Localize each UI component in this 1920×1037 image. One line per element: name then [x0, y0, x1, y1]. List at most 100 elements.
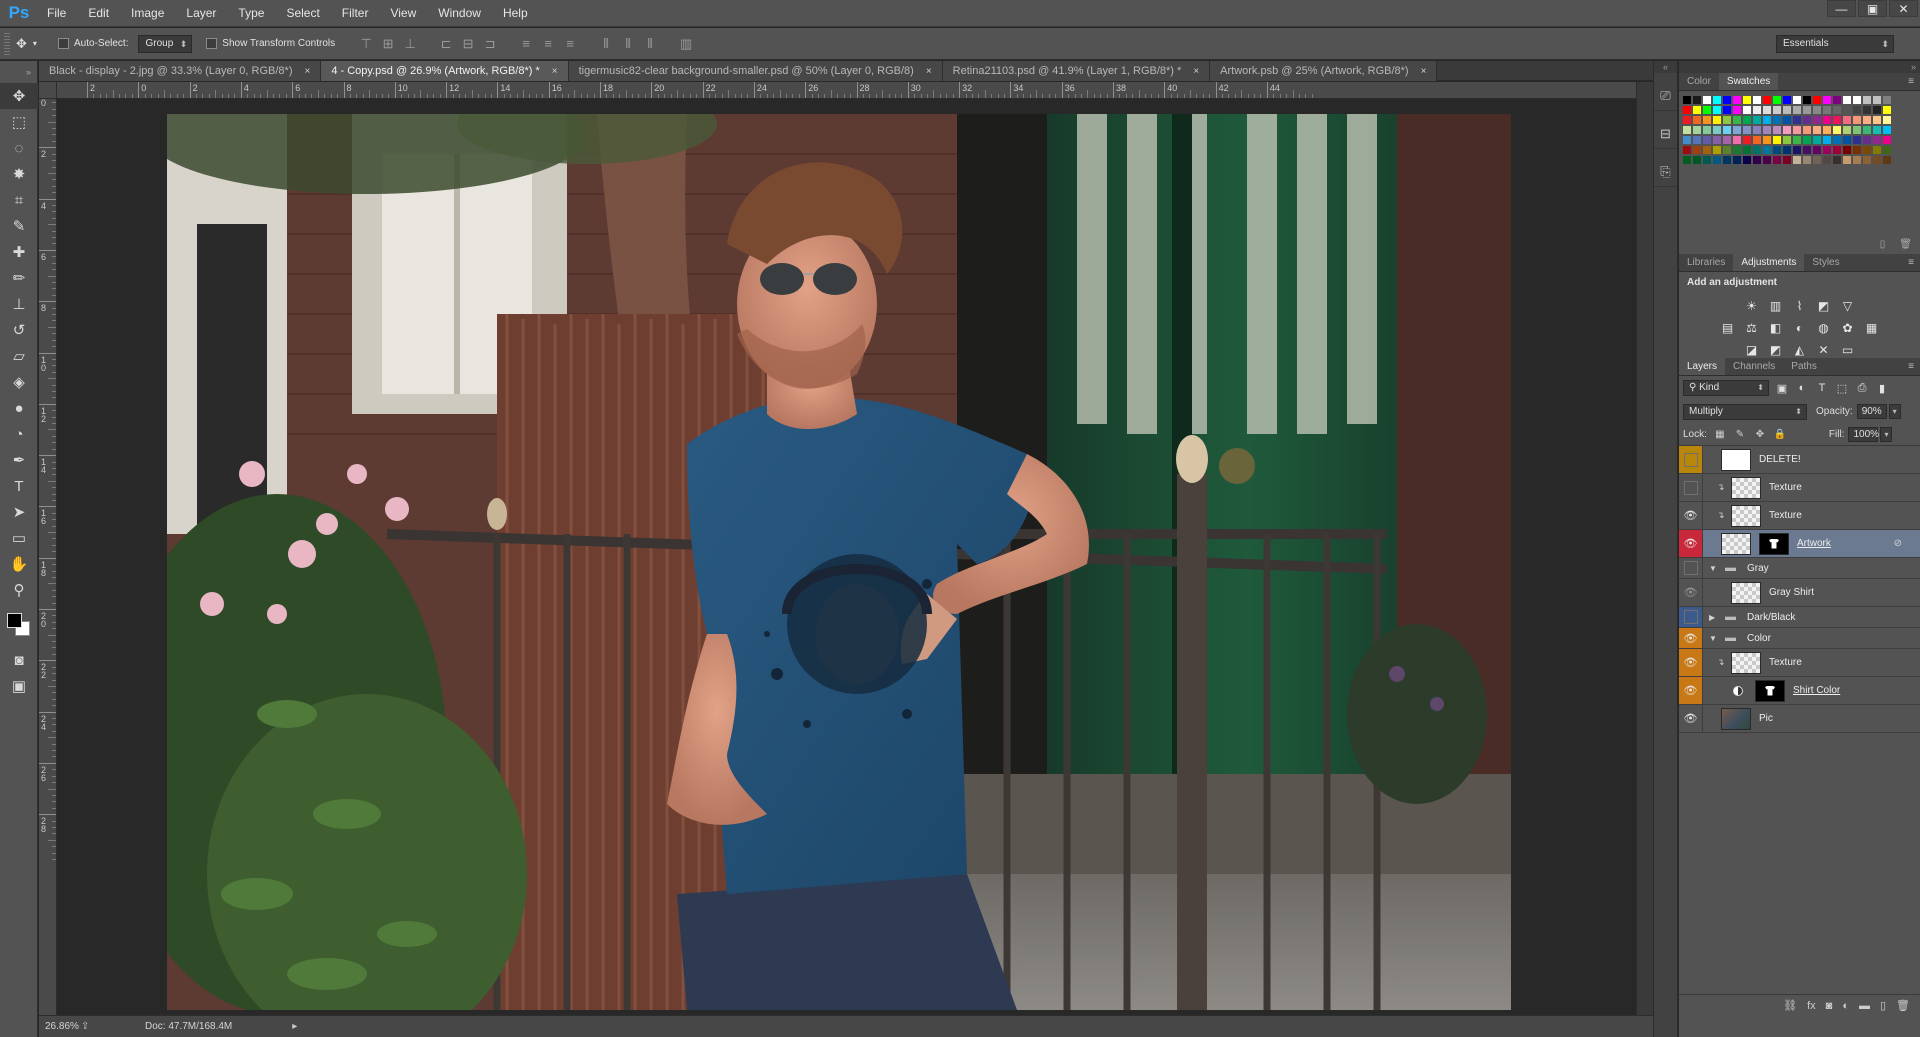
horizontal-ruler[interactable]: 2 0 2 4 6 8 10 12 14 16 18 20 22 24 26 28 30 32 34 36 38 40 42…	[57, 82, 1636, 99]
layer-style-icon[interactable]: fx	[1807, 1000, 1816, 1012]
color-swatch[interactable]	[1813, 136, 1821, 144]
document-image[interactable]	[167, 114, 1511, 1010]
distribute-right-icon[interactable]: ⫴	[641, 35, 659, 53]
expanded-arrow-icon[interactable]: ▼	[1709, 634, 1719, 643]
panel-menu-icon[interactable]: ≡	[1908, 76, 1914, 87]
brush-tool-icon[interactable]: ✏	[0, 265, 38, 291]
color-swatch[interactable]	[1853, 156, 1861, 164]
color-swatch[interactable]	[1863, 136, 1871, 144]
document-tab[interactable]: Artwork.psb @ 25% (Artwork, RGB/8*) ×	[1210, 61, 1438, 81]
color-swatch[interactable]	[1793, 116, 1801, 124]
menu-filter[interactable]: Filter	[331, 0, 380, 27]
layer-row[interactable]: DELETE!	[1679, 446, 1920, 474]
color-swatch[interactable]	[1733, 146, 1741, 154]
close-icon[interactable]: ×	[1421, 66, 1427, 77]
color-swatch[interactable]	[1683, 96, 1691, 104]
menu-edit[interactable]: Edit	[77, 0, 120, 27]
color-swatch[interactable]	[1753, 136, 1761, 144]
color-swatch[interactable]	[1723, 136, 1731, 144]
color-swatch[interactable]	[1693, 116, 1701, 124]
close-icon[interactable]: ×	[552, 66, 558, 77]
color-swatch[interactable]	[1783, 146, 1791, 154]
color-swatch[interactable]	[1823, 106, 1831, 114]
color-swatch[interactable]	[1753, 116, 1761, 124]
color-swatch[interactable]	[1733, 106, 1741, 114]
menu-layer[interactable]: Layer	[175, 0, 227, 27]
color-swatch[interactable]	[1723, 126, 1731, 134]
color-swatch[interactable]	[1693, 106, 1701, 114]
color-swatch[interactable]	[1863, 156, 1871, 164]
new-adjustment-icon[interactable]: ◐	[1842, 1000, 1849, 1012]
color-swatch[interactable]	[1763, 96, 1771, 104]
visibility-toggle[interactable]	[1679, 474, 1703, 501]
color-swatch[interactable]	[1823, 116, 1831, 124]
character-panel-icon[interactable]: ⎘	[1654, 157, 1677, 187]
color-swatch[interactable]	[1843, 156, 1851, 164]
color-swatch[interactable]	[1813, 146, 1821, 154]
panel-tab-layers[interactable]: Layers	[1679, 358, 1726, 375]
color-swatch[interactable]	[1793, 136, 1801, 144]
layer-row[interactable]: 👁 Pic	[1679, 705, 1920, 733]
document-tab[interactable]: 4 - Copy.psd @ 26.9% (Artwork, RGB/8*) *…	[321, 61, 569, 81]
distribute-top-icon[interactable]: ≡	[517, 35, 535, 53]
color-swatch[interactable]	[1813, 96, 1821, 104]
layer-row[interactable]: 👁 Shirt Color	[1679, 677, 1920, 705]
color-swatch[interactable]	[1703, 146, 1711, 154]
color-swatch[interactable]	[1793, 96, 1801, 104]
panel-tab-channels[interactable]: Channels	[1725, 358, 1783, 375]
vertical-ruler[interactable]: 0 2 4 6 8 10 12 14 16 18 20 22 24 26 28	[39, 82, 57, 1015]
color-swatch[interactable]	[1883, 106, 1891, 114]
eyedropper-tool-icon[interactable]: ✎	[0, 213, 38, 239]
color-swatch[interactable]	[1733, 126, 1741, 134]
panel-tab-libraries[interactable]: Libraries	[1679, 254, 1733, 271]
color-swatch[interactable]	[1713, 126, 1721, 134]
close-icon[interactable]: ×	[926, 66, 932, 77]
color-swatch[interactable]	[1753, 146, 1761, 154]
color-swatch[interactable]	[1703, 106, 1711, 114]
color-swatch[interactable]	[1813, 116, 1821, 124]
color-swatch[interactable]	[1693, 96, 1701, 104]
color-swatch[interactable]	[1763, 146, 1771, 154]
distribute-vcenter-icon[interactable]: ≡	[539, 35, 557, 53]
minimize-button[interactable]: —	[1827, 0, 1856, 17]
color-swatch[interactable]	[1683, 136, 1691, 144]
gradient-triangle-icon[interactable]: ▽	[1840, 298, 1856, 314]
color-swatch[interactable]	[1873, 106, 1881, 114]
color-swatch[interactable]	[1763, 126, 1771, 134]
gradient-map-icon[interactable]: ▭	[1840, 342, 1856, 358]
magic-wand-tool-icon[interactable]: ✸	[0, 161, 38, 187]
auto-select-dropdown[interactable]: Group	[138, 34, 193, 53]
color-swatch[interactable]	[1883, 146, 1891, 154]
history-brush-tool-icon[interactable]: ↺	[0, 317, 38, 343]
visibility-toggle[interactable]	[1679, 558, 1703, 578]
visibility-toggle[interactable]: 👁	[1679, 530, 1703, 557]
color-swatch[interactable]	[1773, 136, 1781, 144]
panel-tab-color[interactable]: Color	[1679, 73, 1719, 90]
color-swatch[interactable]	[1723, 106, 1731, 114]
color-swatch[interactable]	[1703, 116, 1711, 124]
color-swatch[interactable]	[1783, 96, 1791, 104]
color-swatch[interactable]	[1753, 96, 1761, 104]
visibility-toggle[interactable]: 👁	[1679, 628, 1703, 648]
color-lookup-icon[interactable]: ▦	[1864, 320, 1880, 336]
close-button[interactable]: ✕	[1889, 0, 1918, 17]
lock-position-icon[interactable]: ✥	[1753, 427, 1767, 441]
color-swatch[interactable]	[1783, 116, 1791, 124]
color-swatch[interactable]	[1793, 156, 1801, 164]
brightness-icon[interactable]: ☀	[1744, 298, 1760, 314]
lock-all-icon[interactable]: 🔒	[1773, 427, 1787, 441]
color-swatch[interactable]	[1833, 136, 1841, 144]
color-swatch[interactable]	[1873, 136, 1881, 144]
color-swatch[interactable]	[1733, 96, 1741, 104]
healing-brush-tool-icon[interactable]: ✚	[0, 239, 38, 265]
color-swatch[interactable]	[1733, 116, 1741, 124]
channel-mixer-icon[interactable]: ✿	[1840, 320, 1856, 336]
color-swatch[interactable]	[1803, 106, 1811, 114]
color-swatch[interactable]	[1783, 136, 1791, 144]
pen-tool-icon[interactable]: ✒	[0, 447, 38, 473]
menu-select[interactable]: Select	[275, 0, 330, 27]
invert-icon[interactable]: ◪	[1744, 342, 1760, 358]
opacity-dropdown-icon[interactable]: ▾	[1888, 404, 1901, 419]
tool-preset-picker[interactable]: ✥ ▾	[16, 36, 58, 52]
auto-align-icon[interactable]: ▥	[677, 35, 695, 53]
